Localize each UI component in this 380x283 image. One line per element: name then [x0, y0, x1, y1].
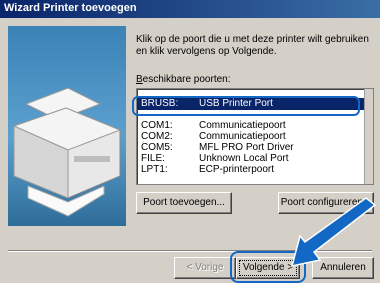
callout-arrow-icon [290, 197, 377, 267]
add-printer-wizard-window: Wizard Printer toevoegen Klik op de poor… [0, 0, 380, 283]
